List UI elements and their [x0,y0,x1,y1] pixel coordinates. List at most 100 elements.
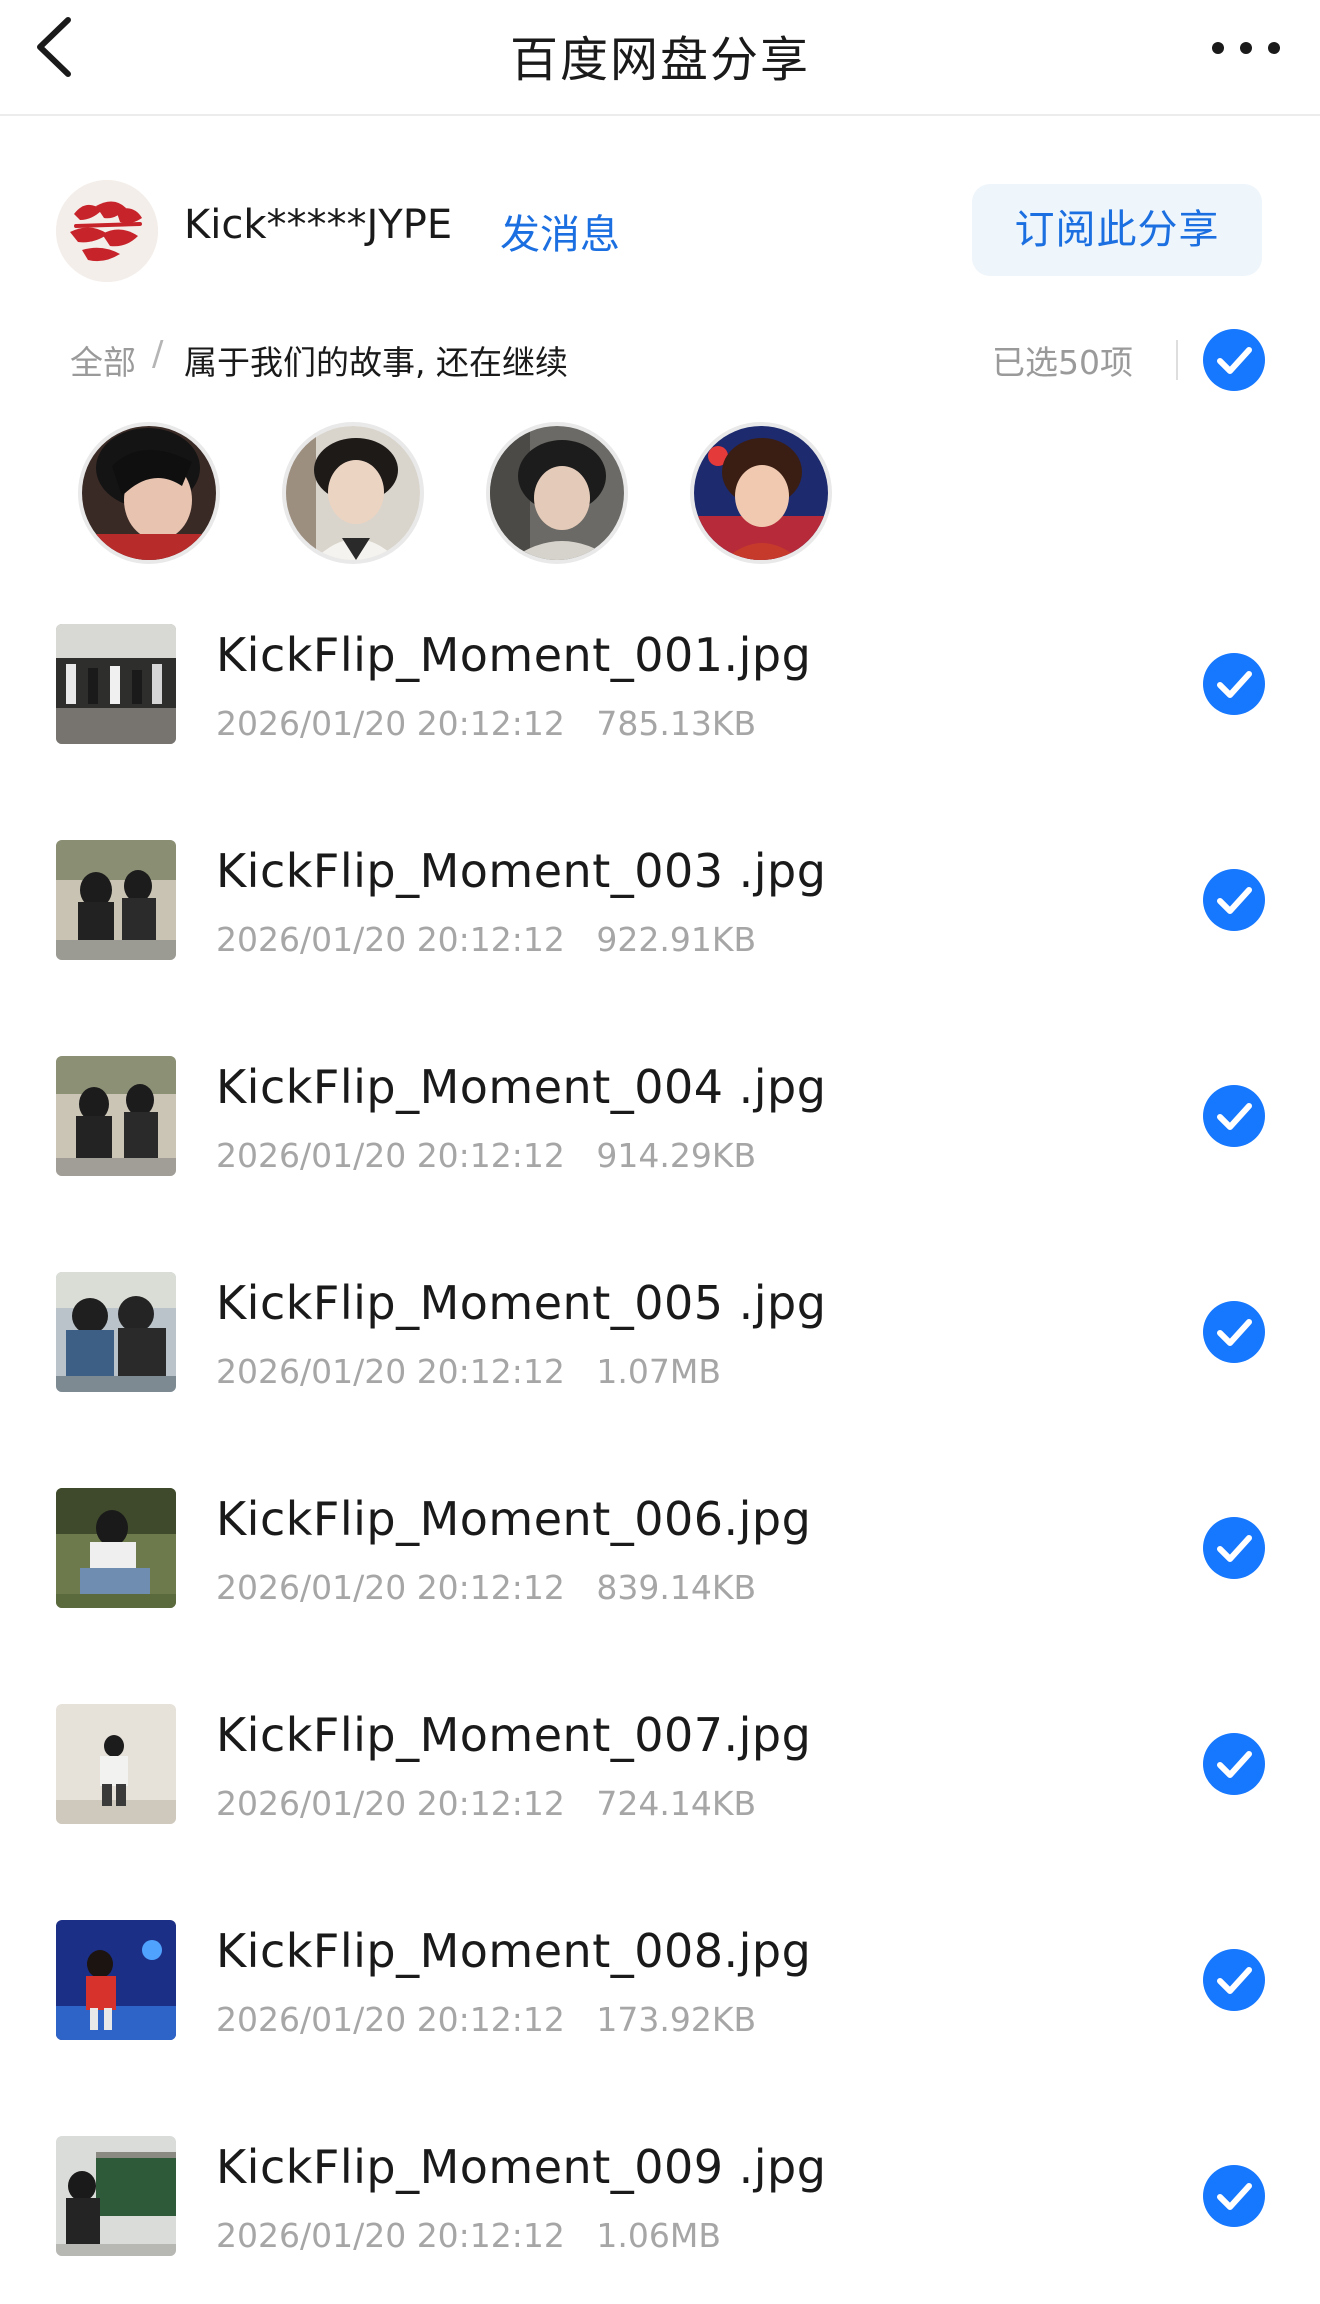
file-meta: 2026/01/20 20:12:12 1.06MB [216,2216,721,2255]
file-checkbox[interactable] [1202,1300,1266,1364]
file-thumbnail [56,1488,176,1608]
person-photo [82,426,216,560]
photo-thumbnail [56,1056,176,1176]
file-row[interactable]: KickFlip_Moment_001.jpg 2026/01/20 20:12… [0,624,1320,840]
file-row[interactable]: KickFlip_Moment_008.jpg 2026/01/20 20:12… [0,1920,1320,2136]
selected-count: 已选50项 [992,343,1133,382]
file-checkbox[interactable] [1202,2164,1266,2228]
file-date: 2026/01/20 20:12:12 [216,920,565,959]
file-name: KickFlip_Moment_008.jpg [216,1924,812,1978]
file-thumbnail [56,840,176,960]
breadcrumb-separator: / [152,334,164,374]
file-meta: 2026/01/20 20:12:12 724.14KB [216,1784,756,1823]
photo-thumbnail [56,1272,176,1392]
send-message-link[interactable]: 发消息 [500,202,620,260]
more-horizontal-icon [1212,42,1280,54]
file-meta: 2026/01/20 20:12:12 1.07MB [216,1352,721,1391]
file-thumbnail [56,624,176,744]
file-name: KickFlip_Moment_007.jpg [216,1708,812,1762]
file-date: 2026/01/20 20:12:12 [216,704,565,743]
file-name: KickFlip_Moment_001.jpg [216,628,812,682]
file-date: 2026/01/20 20:12:12 [216,2216,565,2255]
file-thumbnail [56,1056,176,1176]
file-size: 1.06MB [596,2216,721,2255]
person-photo [694,426,828,560]
breadcrumb-current-folder: 属于我们的故事, 还在继续 [184,343,568,382]
file-row[interactable]: KickFlip_Moment_007.jpg 2026/01/20 20:12… [0,1704,1320,1920]
file-size: 914.29KB [596,1136,757,1175]
photo-thumbnail [56,624,176,744]
file-size: 922.91KB [596,920,757,959]
photo-thumbnail [56,840,176,960]
owner-logo-image [56,180,158,282]
file-thumbnail [56,2136,176,2256]
page-title: 百度网盘分享 [509,32,810,88]
breadcrumb-root[interactable]: 全部 [70,336,136,384]
owner-name: Kick*****JYPE [184,202,453,248]
file-row[interactable]: KickFlip_Moment_006.jpg 2026/01/20 20:12… [0,1488,1320,1704]
file-checkbox[interactable] [1202,868,1266,932]
select-all-checkbox[interactable] [1202,328,1266,392]
file-name: KickFlip_Moment_005 .jpg [216,1276,827,1330]
file-size: 724.14KB [596,1784,757,1823]
file-date: 2026/01/20 20:12:12 [216,1136,565,1175]
check-circle-icon [1203,1517,1265,1579]
share-page: 百度网盘分享 Kick*****JYPE 发消息 订阅此分享 全部 / 属于我们… [0,0,1320,2304]
file-name: KickFlip_Moment_003 .jpg [216,844,827,898]
file-size: 839.14KB [596,1568,757,1607]
file-meta: 2026/01/20 20:12:12 922.91KB [216,920,756,959]
file-meta: 2026/01/20 20:12:12 839.14KB [216,1568,756,1607]
check-circle-icon [1203,653,1265,715]
file-checkbox[interactable] [1202,1948,1266,2012]
file-size: 173.92KB [596,2000,757,2039]
person-avatar[interactable] [78,422,220,564]
file-name: KickFlip_Moment_006.jpg [216,1492,812,1546]
file-date: 2026/01/20 20:12:12 [216,2000,565,2039]
file-row[interactable]: KickFlip_Moment_004 .jpg 2026/01/20 20:1… [0,1056,1320,1272]
file-meta: 2026/01/20 20:12:12 173.92KB [216,2000,756,2039]
people-avatar-strip [0,422,1320,572]
file-thumbnail [56,1920,176,2040]
file-meta: 2026/01/20 20:12:12 785.13KB [216,704,756,743]
check-circle-icon [1203,1949,1265,2011]
file-size: 785.13KB [596,704,757,743]
check-circle-icon [1203,869,1265,931]
person-avatar[interactable] [282,422,424,564]
file-checkbox[interactable] [1202,1516,1266,1580]
photo-thumbnail [56,2136,176,2256]
check-circle-icon [1203,2165,1265,2227]
file-name: KickFlip_Moment_004 .jpg [216,1060,827,1114]
divider [1176,340,1178,380]
check-circle-icon [1203,329,1265,391]
top-nav: 百度网盘分享 [0,0,1320,116]
photo-thumbnail [56,1488,176,1608]
file-thumbnail [56,1704,176,1824]
subscribe-button[interactable]: 订阅此分享 [972,184,1262,276]
file-checkbox[interactable] [1202,1732,1266,1796]
check-circle-icon [1203,1733,1265,1795]
breadcrumb: 全部 / 属于我们的故事, 还在继续 已选50项 [0,322,1320,398]
file-date: 2026/01/20 20:12:12 [216,1568,565,1607]
file-checkbox[interactable] [1202,652,1266,716]
file-thumbnail [56,1272,176,1392]
file-date: 2026/01/20 20:12:12 [216,1352,565,1391]
person-photo [490,426,624,560]
file-row[interactable]: KickFlip_Moment_009 .jpg 2026/01/20 20:1… [0,2136,1320,2304]
person-avatar[interactable] [486,422,628,564]
check-circle-icon [1203,1301,1265,1363]
file-date: 2026/01/20 20:12:12 [216,1784,565,1823]
file-row[interactable]: KickFlip_Moment_003 .jpg 2026/01/20 20:1… [0,840,1320,1056]
person-photo [286,426,420,560]
photo-thumbnail [56,1920,176,2040]
check-circle-icon [1203,1085,1265,1147]
more-button[interactable] [1206,26,1286,70]
share-owner: Kick*****JYPE 发消息 订阅此分享 [0,170,1320,290]
file-row[interactable]: KickFlip_Moment_005 .jpg 2026/01/20 20:1… [0,1272,1320,1488]
file-size: 1.07MB [596,1352,721,1391]
file-checkbox[interactable] [1202,1084,1266,1148]
person-avatar[interactable] [690,422,832,564]
owner-avatar[interactable] [56,180,158,282]
file-meta: 2026/01/20 20:12:12 914.29KB [216,1136,756,1175]
photo-thumbnail [56,1704,176,1824]
file-name: KickFlip_Moment_009 .jpg [216,2140,827,2194]
